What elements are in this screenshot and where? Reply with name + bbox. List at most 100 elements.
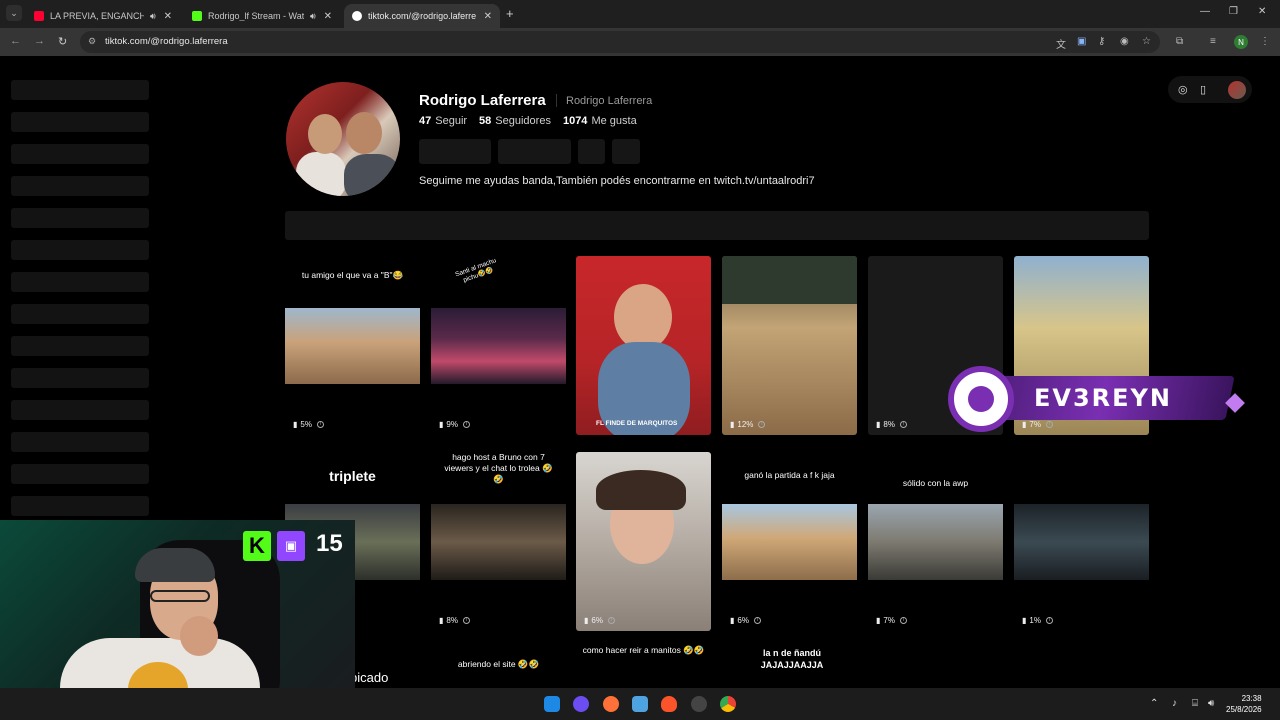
message-button-skeleton[interactable] — [498, 139, 571, 164]
speaker-icon[interactable]: 🔊︎ — [150, 11, 156, 22]
chrome-icon[interactable] — [720, 696, 736, 712]
video-caption: Santi al machu pichu🤣🤣 — [454, 257, 498, 285]
microphone-icon[interactable]: ♪ — [1172, 698, 1177, 709]
tab-youtube[interactable]: LA PREVIA, ENGANCHADO 🔊︎ ✕ — [26, 4, 180, 28]
tray-chevron-icon[interactable]: ⌃ — [1150, 698, 1158, 709]
brave-icon[interactable] — [661, 696, 677, 712]
speaker-icon[interactable]: 🔊︎ — [310, 11, 316, 22]
app-icon[interactable] — [632, 696, 648, 712]
video-card[interactable]: ▮ 1% i — [1014, 452, 1149, 631]
video-caption: como hacer reir a manitos 🤣🤣 — [582, 645, 705, 655]
screen: ⌄ LA PREVIA, ENGANCHADO 🔊︎ ✕ Rodrigo_lf … — [0, 0, 1280, 720]
video-card[interactable]: FL FINDE DE MARQUITOS — [576, 256, 711, 435]
info-icon: i — [758, 421, 766, 428]
video-views: ▮ 9% i — [439, 420, 470, 429]
minimize-icon[interactable]: — — [1200, 6, 1210, 17]
badge-number: 15 — [316, 530, 343, 557]
new-tab-button[interactable]: + — [506, 6, 514, 21]
close-icon[interactable]: ✕ — [484, 11, 492, 22]
profile-stats: 47 Seguir 58 Seguidores 1074 Me gusta — [419, 115, 637, 127]
info-icon: i — [899, 421, 907, 428]
stats-icon: ▮ — [439, 616, 444, 625]
menu-kebab-icon[interactable]: ⋮ — [1260, 36, 1270, 47]
video-card[interactable]: sólido con la awp ▮ 7% i — [868, 452, 1003, 631]
system-clock[interactable]: 23:38 25/8/2026 — [1226, 693, 1262, 715]
phone-icon[interactable]: ▯ — [1200, 83, 1206, 96]
network-icon[interactable]: ⌸ — [1192, 698, 1198, 709]
video-caption: picado — [350, 670, 389, 685]
sidebar-skeleton — [11, 80, 149, 100]
video-caption: FL FINDE DE MARQUITOS — [596, 420, 678, 427]
tab-tiktok[interactable]: tiktok.com/@rodrigo.laferrera ✕ — [344, 4, 500, 28]
password-key-icon[interactable]: ⚷ — [1098, 36, 1105, 47]
share-button-skeleton[interactable] — [612, 139, 640, 164]
volume-icon[interactable]: 🔊︎ — [1208, 698, 1214, 709]
video-thumbnail — [285, 308, 420, 384]
close-icon[interactable]: ✕ — [164, 11, 172, 22]
info-icon: i — [316, 421, 324, 428]
sidebar-skeleton — [11, 496, 149, 516]
likes-stat: 1074 Me gusta — [562, 115, 637, 127]
profile-name: Rodrigo Laferrera — [419, 92, 546, 109]
close-window-icon[interactable]: ✕ — [1258, 6, 1266, 17]
forward-icon[interactable]: → — [34, 35, 45, 47]
sidebar-skeleton — [11, 336, 149, 356]
video-thumbnail — [868, 504, 1003, 580]
firefox-icon[interactable] — [603, 696, 619, 712]
media-icon[interactable]: ≡ — [1210, 36, 1216, 47]
bookmark-star-icon[interactable]: ☆ — [1142, 36, 1151, 47]
video-thumbnail — [722, 504, 857, 580]
video-caption: tu amigo el que va a "B"😂 — [301, 270, 404, 280]
app-icon[interactable] — [573, 696, 589, 712]
stats-icon: ▮ — [439, 420, 444, 429]
sidebar-skeleton — [11, 144, 149, 164]
video-caption: la n de ñandú JAJAJJAAJJA — [760, 648, 824, 670]
video-card[interactable]: Santi al machu pichu🤣🤣 ▮ 9% i — [431, 256, 566, 435]
profile-bio: Seguime me ayudas banda,También podés en… — [419, 175, 815, 187]
logo-text: EV3REYN — [1034, 384, 1173, 412]
video-views: ▮ 12% i — [730, 420, 766, 429]
video-caption: abriendo el site 🤣🤣 — [457, 659, 540, 669]
site-info-icon[interactable]: ⚙ — [88, 36, 96, 47]
compass-icon[interactable]: ◎ — [1178, 83, 1188, 96]
user-avatar[interactable] — [1228, 81, 1246, 99]
sidebar-skeleton — [11, 304, 149, 324]
address-bar[interactable]: ⚙ tiktok.com/@rodrigo.laferrera 文 ▣ ⚷ ◉ … — [80, 31, 1160, 53]
eye-off-icon[interactable]: ◉ — [1120, 36, 1129, 47]
video-views: ▮ 6% i — [584, 616, 615, 625]
translate-icon[interactable]: 文 — [1056, 36, 1066, 51]
close-icon[interactable]: ✕ — [324, 11, 332, 22]
video-card[interactable]: hago host a Bruno con 7 viewers y el cha… — [431, 452, 566, 631]
address-url[interactable]: tiktok.com/@rodrigo.laferrera — [105, 36, 228, 47]
followers-stat[interactable]: 58 Seguidores — [479, 115, 551, 127]
video-card[interactable]: ▮ 6% i — [576, 452, 711, 631]
kick-logo-icon: K — [243, 531, 271, 561]
stats-icon: ▮ — [730, 616, 735, 625]
settings-icon[interactable] — [691, 696, 707, 712]
reload-icon[interactable]: ↻ — [58, 35, 67, 48]
video-views: ▮ 8% i — [876, 420, 907, 429]
video-card[interactable]: tu amigo el que va a "B"😂 ▮ 5% i — [285, 256, 420, 435]
profile-tabs-skeleton[interactable] — [285, 211, 1149, 240]
clock-date: 25/8/2026 — [1226, 705, 1262, 715]
following-stat[interactable]: 47 Seguir — [419, 115, 467, 127]
video-card[interactable]: ▮ 12% i — [722, 256, 857, 435]
browser-profile-avatar[interactable]: N — [1234, 35, 1248, 49]
video-card[interactable]: ganó la partida a f k jaja ▮ 6% i — [722, 452, 857, 631]
tab-kick[interactable]: Rodrigo_lf Stream - Watch 🔊︎ ✕ — [184, 4, 340, 28]
video-caption: ganó la partida a f k jaja — [744, 470, 835, 480]
extensions-icon[interactable]: ⧉ — [1176, 36, 1183, 47]
sidebar-skeleton — [11, 272, 149, 292]
back-icon[interactable]: ← — [10, 35, 21, 47]
video-views: ▮ 7% i — [876, 616, 907, 625]
windows-start-icon[interactable] — [544, 696, 560, 712]
tab-search-icon[interactable]: ⌄ — [6, 5, 22, 21]
restore-icon[interactable]: ❐ — [1229, 6, 1238, 17]
tab-title: LA PREVIA, ENGANCHADO — [50, 11, 144, 21]
info-icon: i — [462, 617, 470, 624]
sidebar-skeleton — [11, 240, 149, 260]
cast-icon[interactable]: ▣ — [1077, 36, 1086, 47]
add-friend-button-skeleton[interactable] — [578, 139, 605, 164]
kick-icon — [192, 11, 202, 21]
follow-button-skeleton[interactable] — [419, 139, 491, 164]
